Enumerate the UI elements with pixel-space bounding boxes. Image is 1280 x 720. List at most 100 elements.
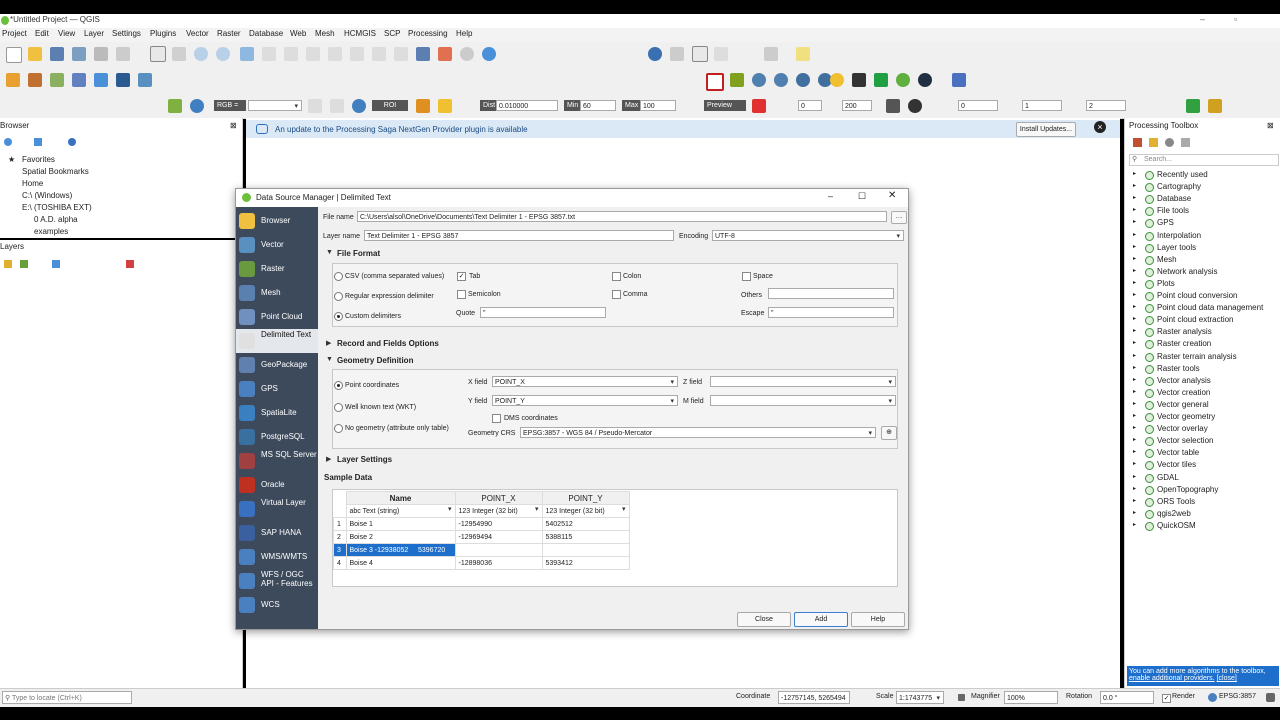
new-project-icon[interactable] [6, 47, 22, 63]
add-vector-tile-icon[interactable] [138, 73, 152, 87]
menu-database[interactable]: Database [249, 29, 283, 38]
pan-to-selection-icon[interactable] [172, 47, 186, 61]
column-header-point-y[interactable]: POINT_Y [541, 491, 630, 505]
close-infobar-icon[interactable]: × [1094, 121, 1106, 133]
table-cell[interactable]: Boise 1 [345, 517, 456, 531]
plugin-tool-3-icon[interactable] [896, 73, 910, 87]
close-hint-link[interactable]: [close] [1217, 675, 1237, 682]
plugin-tool-icon[interactable] [852, 73, 866, 87]
menu-processing[interactable]: Processing [408, 29, 448, 38]
render-checkbox[interactable]: ✓ [1162, 694, 1171, 703]
info-icon[interactable] [68, 138, 76, 146]
toolbox-group-item[interactable]: Network analysis [1157, 267, 1217, 276]
expand-arrow-icon[interactable]: ▸ [1133, 352, 1136, 359]
menu-help[interactable]: Help [456, 29, 472, 38]
spin-5-input[interactable]: 2 [1086, 100, 1126, 111]
toolbox-group-item[interactable]: Recently used [1157, 170, 1208, 179]
sidebar-item-mesh[interactable]: Mesh [236, 281, 318, 305]
table-cell[interactable]: -12898036 [454, 556, 543, 570]
scp-roi-tool-icon[interactable] [416, 99, 430, 113]
maximize-window-button[interactable]: ▫ [1234, 14, 1237, 24]
sidebar-item-wms-wmts[interactable]: WMS/WMTS [236, 545, 318, 569]
toolbox-group-item[interactable]: QuickOSM [1157, 521, 1196, 530]
save-as-icon[interactable] [72, 47, 86, 61]
scp-zoom-icon[interactable] [190, 99, 204, 113]
toolbox-group-item[interactable]: Raster tools [1157, 364, 1200, 373]
menu-mesh[interactable]: Mesh [315, 29, 335, 38]
rotation-spinbox[interactable]: 0.0 ° [1100, 691, 1154, 704]
dms-checkbox[interactable] [492, 414, 501, 423]
y-field-combobox[interactable]: POINT_Y [492, 395, 678, 407]
refresh-icon[interactable] [482, 47, 496, 61]
table-cell[interactable] [541, 543, 630, 557]
expand-arrow-icon[interactable]: ▶ [326, 339, 331, 347]
zoom-in-icon[interactable] [194, 47, 208, 61]
crs-status[interactable]: EPSG:3857 [1219, 693, 1256, 700]
expand-arrow-icon[interactable]: ▸ [1133, 231, 1136, 238]
temporal-controller-icon[interactable] [460, 47, 474, 61]
coordinate-field[interactable]: -12757145, 5265494 [778, 691, 850, 704]
globe-tool-2-icon[interactable] [774, 73, 788, 87]
menu-layer[interactable]: Layer [84, 29, 104, 38]
toolbox-group-item[interactable]: ORS Tools [1157, 497, 1195, 506]
csv-radio[interactable] [334, 272, 343, 281]
point-coordinates-radio[interactable] [334, 381, 343, 390]
expand-arrow-icon[interactable]: ▸ [1133, 206, 1136, 213]
toolbox-history-icon[interactable] [1165, 138, 1174, 147]
toolbox-group-item[interactable]: Point cloud data management [1157, 303, 1263, 312]
toolbox-group-item[interactable]: qgis2web [1157, 509, 1191, 518]
table-row[interactable]: 2 Boise 2 -12969494 5388115 [333, 530, 630, 544]
open-project-icon[interactable] [28, 47, 42, 61]
toolbox-group-item[interactable]: GPS [1157, 218, 1174, 227]
add-raster-icon[interactable] [94, 73, 108, 87]
expand-arrow-icon[interactable]: ▸ [1133, 521, 1136, 528]
attribute-table-icon[interactable] [670, 47, 684, 61]
crs-globe-icon[interactable] [1208, 693, 1217, 702]
type-combobox-name[interactable]: abc Text (string) [345, 504, 456, 518]
toolbox-group-item[interactable]: Layer tools [1157, 243, 1196, 252]
toolbox-group-item[interactable]: Vector selection [1157, 436, 1213, 445]
help-icon[interactable] [952, 73, 966, 87]
show-bookmarks-icon[interactable] [438, 47, 452, 61]
expand-arrow-icon[interactable]: ▸ [1133, 218, 1136, 225]
sidebar-item-virtual-layer[interactable]: Virtual Layer [236, 497, 318, 521]
expand-arrow-icon[interactable]: ▸ [1133, 170, 1136, 177]
add-group-icon[interactable] [20, 260, 28, 268]
zoom-last-icon[interactable] [328, 47, 342, 61]
layer-name-input[interactable]: Text Delimiter 1 - EPSG 3857 [364, 230, 674, 241]
expand-arrow-icon[interactable]: ▸ [1133, 473, 1136, 480]
spin-2-input[interactable]: 200 [842, 100, 872, 111]
toolbox-group-item[interactable]: OpenTopography [1157, 485, 1218, 494]
record-fields-section-title[interactable]: Record and Fields Options [337, 339, 439, 348]
filter-legend-icon[interactable] [52, 260, 60, 268]
sidebar-item-point-cloud[interactable]: Point Cloud [236, 305, 318, 329]
toolbox-group-item[interactable]: Raster analysis [1157, 327, 1212, 336]
new-3d-view-icon[interactable] [394, 47, 408, 61]
layer-settings-section-title[interactable]: Layer Settings [337, 455, 392, 464]
escape-input[interactable]: " [768, 307, 894, 318]
polygon-tool-icon[interactable] [706, 73, 724, 91]
close-button[interactable]: Close [737, 612, 791, 627]
max-input[interactable]: 100 [640, 100, 676, 111]
file-name-input[interactable]: C:\Users\alsol\OneDrive\Documents\Text D… [357, 211, 887, 222]
expand-arrow-icon[interactable]: ▸ [1133, 376, 1136, 383]
zoom-native-icon[interactable] [306, 47, 320, 61]
table-cell[interactable]: 5388115 [541, 530, 630, 544]
lock-scale-icon[interactable] [958, 694, 965, 701]
expand-arrow-icon[interactable]: ▸ [1133, 194, 1136, 201]
space-checkbox[interactable] [742, 272, 751, 281]
toolbox-group-item[interactable]: Plots [1157, 279, 1175, 288]
table-row[interactable]: 1 Boise 1 -12954990 5402512 [333, 517, 630, 531]
layout-manager-icon[interactable] [116, 47, 130, 61]
zoom-full-icon[interactable] [240, 47, 254, 61]
expand-arrow-icon[interactable]: ▸ [1133, 436, 1136, 443]
z-field-combobox[interactable] [710, 376, 896, 388]
type-combobox-point-y[interactable]: 123 Integer (32 bit) [541, 504, 630, 518]
expand-arrow-icon[interactable]: ▸ [1133, 267, 1136, 274]
expand-arrow-icon[interactable]: ▸ [1133, 424, 1136, 431]
sidebar-item-geopackage[interactable]: GeoPackage [236, 353, 318, 377]
scp-add-icon[interactable] [438, 99, 452, 113]
expand-arrow-icon[interactable]: ▸ [1133, 291, 1136, 298]
toolbox-group-item[interactable]: Vector creation [1157, 388, 1210, 397]
table-cell[interactable] [454, 543, 543, 557]
